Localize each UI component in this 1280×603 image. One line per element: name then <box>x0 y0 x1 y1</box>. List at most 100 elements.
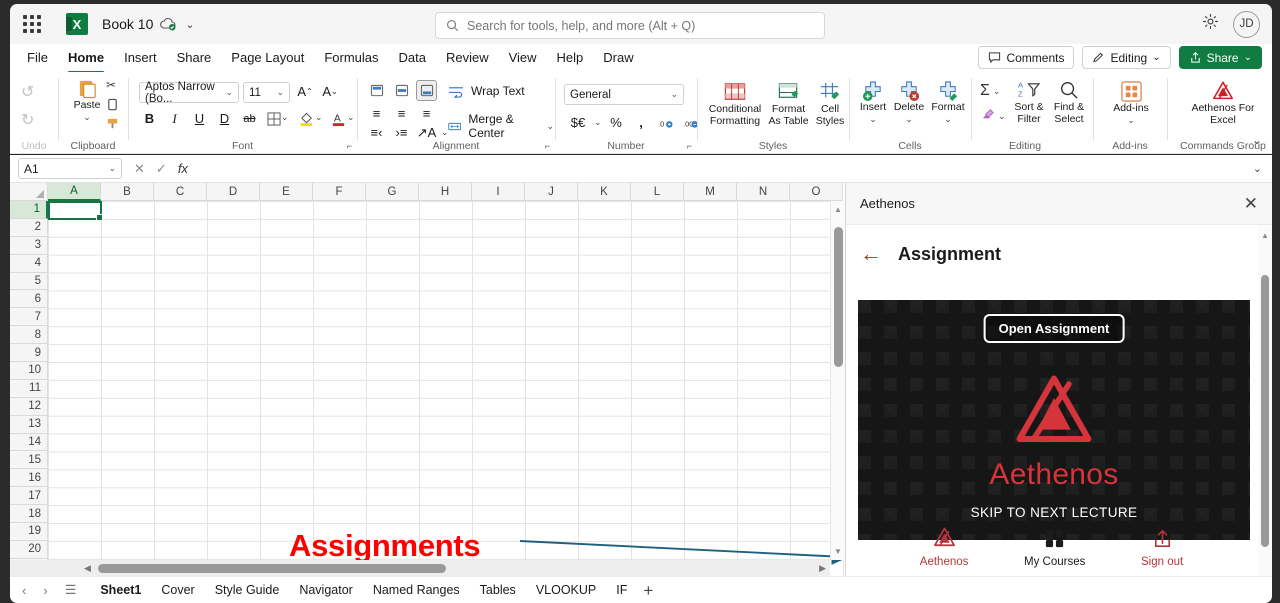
next-sheet-icon[interactable]: › <box>43 583 47 598</box>
row-header-4[interactable]: 4 <box>10 254 48 273</box>
increase-font-size-icon[interactable]: A ⌃ <box>294 81 316 102</box>
sheet-tab-if[interactable]: IF <box>606 580 635 600</box>
sheet-tab-style-guide[interactable]: Style Guide <box>205 580 290 600</box>
column-header-G[interactable]: G <box>366 183 419 201</box>
row-header-16[interactable]: 16 <box>10 469 48 488</box>
font-color-chevron-down-icon[interactable]: ⌄ <box>347 112 355 123</box>
aethenos-for-excel-button[interactable]: Aethenos For Excel <box>1182 80 1264 126</box>
alignment-dialog-launcher[interactable]: ⌐ <box>545 141 550 151</box>
tab-share[interactable]: Share <box>168 45 221 71</box>
tab-view[interactable]: View <box>500 45 546 71</box>
align-right-icon[interactable]: ≡ <box>416 103 437 124</box>
open-assignment-button[interactable]: Open Assignment <box>983 314 1125 343</box>
align-top-icon[interactable] <box>366 80 387 101</box>
horizontal-scroll-thumb[interactable] <box>98 564 446 573</box>
column-header-H[interactable]: H <box>419 183 472 201</box>
row-header-19[interactable]: 19 <box>10 523 48 541</box>
copy-icon[interactable] <box>106 98 119 117</box>
sheet-tab-tables[interactable]: Tables <box>470 580 526 600</box>
column-header-F[interactable]: F <box>313 183 366 201</box>
clear-chevron-down-icon[interactable]: ⌄ <box>998 111 1006 122</box>
italic-button[interactable]: I <box>164 108 185 129</box>
avatar[interactable]: JD <box>1233 10 1260 38</box>
share-button[interactable]: Share ⌄ <box>1178 46 1262 69</box>
sheet-tab-named-ranges[interactable]: Named Ranges <box>363 580 470 600</box>
cell-styles-button[interactable]: Cell Styles <box>809 80 851 127</box>
row-header-1[interactable]: 1 <box>10 201 48 219</box>
name-box[interactable]: A1 ⌄ <box>18 158 122 179</box>
autosum-chevron-down-icon[interactable]: ⌄ <box>993 86 1001 97</box>
wrap-text-button[interactable]: Wrap Text <box>448 84 525 98</box>
enter-formula-icon[interactable]: ✓ <box>156 161 167 177</box>
vertical-scroll-thumb[interactable] <box>834 227 843 367</box>
undo-icon[interactable]: ↺ <box>21 82 34 102</box>
row-header-7[interactable]: 7 <box>10 308 48 327</box>
collapse-ribbon-icon[interactable]: ⌄ <box>1252 133 1262 147</box>
vertical-scrollbar[interactable]: ▲ ▼ <box>830 201 845 560</box>
column-header-N[interactable]: N <box>737 183 790 201</box>
column-header-M[interactable]: M <box>684 183 737 201</box>
tab-review[interactable]: Review <box>437 45 498 71</box>
scroll-up-icon[interactable]: ▲ <box>834 205 842 214</box>
nav-aethenos[interactable]: Aethenos <box>920 526 968 568</box>
merge-center-button[interactable]: Merge & Center ⌄ <box>448 112 554 140</box>
sheet-tab-vlookup[interactable]: VLOOKUP <box>526 580 606 600</box>
app-launcher-icon[interactable] <box>18 10 46 38</box>
column-header-C[interactable]: C <box>154 183 207 201</box>
tab-formulas[interactable]: Formulas <box>315 45 387 71</box>
autosum-icon[interactable]: Σ <box>980 82 990 100</box>
row-header-5[interactable]: 5 <box>10 272 48 291</box>
prev-sheet-icon[interactable]: ‹ <box>22 583 26 598</box>
scroll-right-icon[interactable]: ▶ <box>819 563 826 574</box>
sort-filter-button[interactable]: A Z Sort & Filter <box>1008 80 1050 125</box>
add-sheet-button[interactable]: + <box>643 582 653 599</box>
row-header-15[interactable]: 15 <box>10 451 48 470</box>
row-header-6[interactable]: 6 <box>10 290 48 309</box>
row-header-14[interactable]: 14 <box>10 433 48 452</box>
row-header-13[interactable]: 13 <box>10 415 48 434</box>
align-middle-icon[interactable] <box>391 80 412 101</box>
sheet-tab-cover[interactable]: Cover <box>151 580 204 600</box>
fill-color-icon[interactable] <box>296 108 317 129</box>
decrease-font-size-icon[interactable]: A ⌄ <box>319 81 341 102</box>
selected-cell-a1[interactable] <box>48 201 103 221</box>
cancel-formula-icon[interactable]: ✕ <box>134 161 145 177</box>
delete-cells-button[interactable]: Delete ⌄ <box>890 80 928 125</box>
sheet-tab-navigator[interactable]: Navigator <box>289 580 363 600</box>
column-header-E[interactable]: E <box>260 183 313 201</box>
percent-style-icon[interactable]: % <box>606 112 627 133</box>
column-header-L[interactable]: L <box>631 183 684 201</box>
comments-button[interactable]: Comments <box>978 46 1075 69</box>
tab-insert[interactable]: Insert <box>115 45 166 71</box>
number-dialog-launcher[interactable]: ⌐ <box>687 141 692 151</box>
accounting-chevron-down-icon[interactable]: ⌄ <box>594 117 602 128</box>
comma-style-icon[interactable]: , <box>631 112 652 133</box>
expand-formula-bar-icon[interactable]: ⌄ <box>1253 162 1262 175</box>
sheet-tab-sheet1[interactable]: Sheet1 <box>90 580 151 600</box>
search-input[interactable]: Search for tools, help, and more (Alt + … <box>435 12 825 39</box>
row-header-8[interactable]: 8 <box>10 326 48 345</box>
gear-icon[interactable] <box>1202 13 1219 35</box>
tab-draw[interactable]: Draw <box>594 45 642 71</box>
format-as-table-button[interactable]: Format As Table <box>766 80 811 127</box>
task-pane-scrollbar[interactable]: ▲ <box>1258 225 1272 576</box>
tab-file[interactable]: File <box>18 45 57 71</box>
cut-icon[interactable]: ✂ <box>106 78 116 92</box>
clear-icon[interactable] <box>980 106 995 126</box>
column-header-A[interactable]: A <box>48 183 101 201</box>
scroll-left-icon[interactable]: ◀ <box>84 563 91 574</box>
row-header-2[interactable]: 2 <box>10 218 48 237</box>
borders-chevron-down-icon[interactable]: ⌄ <box>281 112 289 123</box>
column-header-I[interactable]: I <box>472 183 525 201</box>
conditional-formatting-button[interactable]: Conditional Formatting <box>702 80 768 127</box>
cloud-saved-icon[interactable] <box>160 17 177 31</box>
skip-to-next-lecture-link[interactable]: SKIP TO NEXT LECTURE <box>858 505 1250 520</box>
number-format-select[interactable]: General ⌄ <box>564 84 684 105</box>
row-header-11[interactable]: 11 <box>10 379 48 398</box>
row-header-12[interactable]: 12 <box>10 397 48 416</box>
row-header-10[interactable]: 10 <box>10 362 48 380</box>
align-bottom-icon[interactable] <box>416 80 437 101</box>
nav-my-courses[interactable]: My Courses <box>1024 527 1085 568</box>
font-name-select[interactable]: Aptos Narrow (Bo... ⌄ <box>139 81 239 105</box>
font-dialog-launcher[interactable]: ⌐ <box>347 141 352 151</box>
